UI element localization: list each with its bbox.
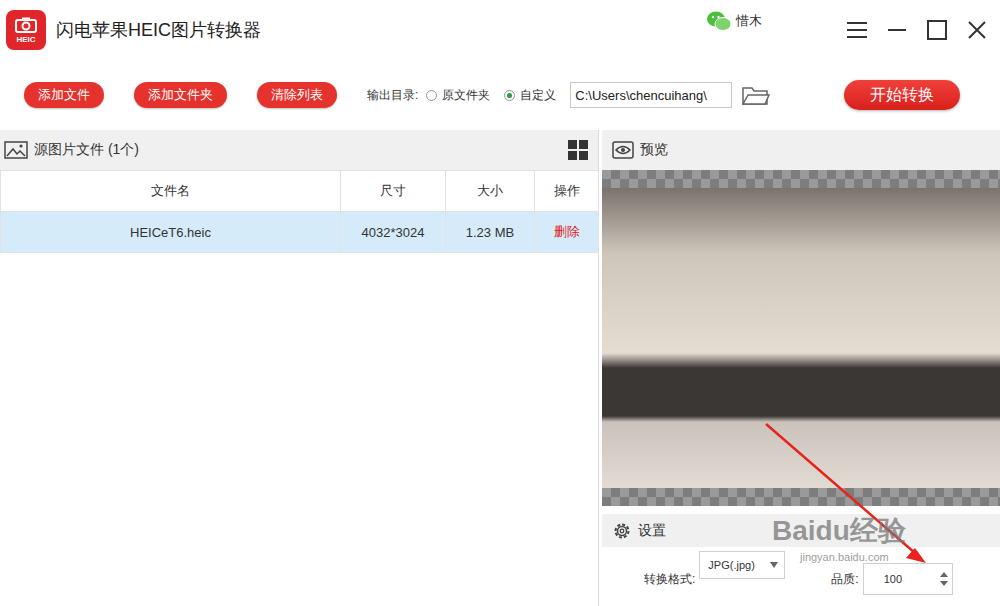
watermark-brand: Baidu经验	[772, 512, 906, 550]
app-logo: HEIC	[6, 10, 46, 50]
minimize-icon[interactable]	[886, 19, 908, 41]
file-panel-header: 源图片文件 (1个)	[0, 130, 598, 170]
toolbar: 添加文件 添加文件夹 清除列表 输出目录: 原文件夹 自定义 C:\Users\chencu…	[0, 60, 1000, 130]
grid-view-icon[interactable]	[568, 140, 588, 160]
title-bar: HEIC 闪电苹果HEIC图片转换器 惜木	[0, 0, 1000, 60]
settings-title: 设置	[638, 522, 666, 540]
wechat-icon	[706, 10, 732, 32]
up-arrow-icon[interactable]	[940, 572, 948, 577]
path-field[interactable]: C:\Users\chencuihang\	[570, 82, 732, 108]
logo-text: HEIC	[16, 35, 35, 44]
table-row[interactable]: HEICeT6.heic4032*30241.23 MB 删除	[1, 212, 599, 253]
radio-button[interactable]	[504, 90, 515, 101]
watermark-url: jingyan.baidu.com	[800, 551, 889, 563]
settings-controls: 转换格式: JPG(.jpg) 品质: 100	[602, 547, 1000, 595]
settings-header: 设置	[602, 514, 1000, 547]
user-name: 惜木	[736, 12, 762, 30]
toolbar-button[interactable]: 清除列表	[257, 82, 337, 108]
toolbar-button[interactable]: 添加文件夹	[134, 82, 227, 108]
close-icon[interactable]	[966, 19, 988, 41]
eye-icon	[612, 141, 634, 159]
file-panel: 源图片文件 (1个)文件名尺寸大小操作HEICeT6.heic4032*3024…	[0, 130, 599, 606]
table-cell: 4032*3024	[341, 212, 446, 253]
image-icon	[4, 140, 28, 160]
format-select[interactable]: JPG(.jpg)	[699, 551, 785, 579]
column-header: 操作	[535, 171, 599, 212]
gear-icon	[612, 521, 632, 541]
output-option[interactable]: 自定义	[504, 87, 556, 104]
radio-button[interactable]	[426, 90, 437, 101]
preview-header: 预览	[602, 130, 1000, 170]
user-account[interactable]: 惜木	[706, 10, 762, 32]
preview-title: 预览	[640, 141, 668, 159]
table-header: 文件名尺寸大小操作	[1, 171, 599, 212]
table-cell: HEICeT6.heic	[1, 212, 341, 253]
file-table: 文件名尺寸大小操作HEICeT6.heic4032*30241.23 MB删除	[0, 170, 599, 253]
down-arrow-icon[interactable]	[940, 581, 948, 586]
table-cell: 1.23 MB	[446, 212, 535, 253]
preview-photo	[602, 188, 1000, 488]
column-header: 文件名	[1, 171, 341, 212]
quality-label: 品质:	[831, 571, 858, 588]
app-title: 闪电苹果HEIC图片转换器	[56, 18, 261, 42]
maximize-icon[interactable]	[926, 19, 948, 41]
dropdown-arrow-icon	[770, 562, 778, 568]
transparency-strip	[602, 170, 1000, 188]
camera-icon	[15, 17, 37, 33]
file-panel-title: 源图片文件 (1个)	[34, 141, 139, 159]
radio-label: 原文件夹	[442, 87, 490, 104]
toolbar-button[interactable]: 添加文件	[24, 82, 104, 108]
radio-label: 自定义	[520, 87, 556, 104]
column-header: 尺寸	[341, 171, 446, 212]
start-button[interactable]: 开始转换	[844, 80, 960, 110]
quality-value: 100	[884, 573, 902, 585]
quality-spinner[interactable]: 100	[863, 563, 953, 595]
column-header: 大小	[446, 171, 535, 212]
delete-button[interactable]: 删除	[554, 224, 580, 239]
menu-icon[interactable]	[846, 19, 868, 41]
output-label: 输出目录:	[367, 87, 418, 104]
preview-panel: 预览设置转换格式: JPG(.jpg) 品质: 100	[602, 130, 1000, 606]
format-value: JPG(.jpg)	[708, 559, 754, 571]
transparency-strip	[602, 488, 1000, 506]
output-option[interactable]: 原文件夹	[426, 87, 490, 104]
annotation-arrow-icon	[0, 0, 1000, 606]
format-label: 转换格式:	[644, 571, 695, 588]
folder-icon[interactable]	[742, 85, 770, 105]
